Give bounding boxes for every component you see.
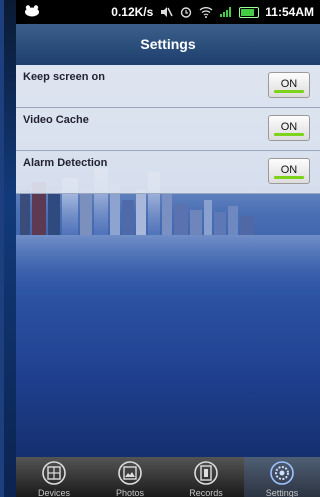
tab-records[interactable]: Records bbox=[168, 457, 244, 497]
bottom-tab-bar: Devices Photos Records Settings bbox=[16, 457, 320, 497]
status-bar: 0.12K/s 11:54AM bbox=[16, 0, 320, 24]
toggle-on-indicator bbox=[274, 133, 304, 136]
alarm-detection-toggle[interactable]: ON bbox=[268, 158, 310, 184]
tab-label: Photos bbox=[115, 488, 145, 497]
toggle-on-indicator bbox=[274, 176, 304, 179]
alarm-icon bbox=[181, 7, 192, 18]
tab-label: Records bbox=[189, 488, 223, 497]
tab-settings[interactable]: Settings bbox=[244, 457, 320, 497]
toggle-on-indicator bbox=[274, 90, 304, 93]
records-icon bbox=[194, 461, 218, 485]
clock: 11:54AM bbox=[265, 5, 314, 19]
setting-row-video-cache: Video Cache ON bbox=[16, 108, 320, 151]
tab-photos[interactable]: Photos bbox=[92, 457, 168, 497]
settings-content: Keep screen on ON Video Cache ON Alarm D… bbox=[16, 65, 320, 457]
settings-icon bbox=[270, 461, 294, 485]
setting-label: Alarm Detection bbox=[23, 157, 108, 169]
photos-icon bbox=[118, 461, 142, 485]
battery-icon bbox=[239, 6, 260, 18]
toggle-label: ON bbox=[280, 164, 298, 176]
tab-label: Settings bbox=[265, 488, 299, 497]
mute-icon bbox=[161, 7, 173, 17]
network-speed: 0.12K/s bbox=[111, 5, 154, 19]
settings-list: Keep screen on ON Video Cache ON Alarm D… bbox=[16, 65, 320, 194]
devices-icon bbox=[42, 461, 66, 485]
toggle-label: ON bbox=[280, 78, 298, 90]
notification-app-icon bbox=[25, 5, 39, 17]
keep-screen-on-toggle[interactable]: ON bbox=[268, 72, 310, 98]
setting-label: Video Cache bbox=[23, 114, 89, 126]
setting-row-alarm-detection: Alarm Detection ON bbox=[16, 151, 320, 194]
left-edge-strip bbox=[0, 0, 4, 497]
tab-devices[interactable]: Devices bbox=[16, 457, 92, 497]
wifi-icon bbox=[199, 7, 213, 18]
tab-label: Devices bbox=[37, 488, 70, 497]
toggle-label: ON bbox=[280, 121, 298, 133]
app-window: 0.12K/s 11:54AM Settings Keep screen on … bbox=[16, 0, 320, 497]
page-title: Settings bbox=[16, 24, 320, 65]
signal-icon bbox=[220, 7, 232, 17]
video-cache-toggle[interactable]: ON bbox=[268, 115, 310, 141]
left-edge-panel bbox=[0, 0, 16, 497]
setting-row-keep-screen-on: Keep screen on ON bbox=[16, 65, 320, 108]
setting-label: Keep screen on bbox=[23, 71, 105, 83]
